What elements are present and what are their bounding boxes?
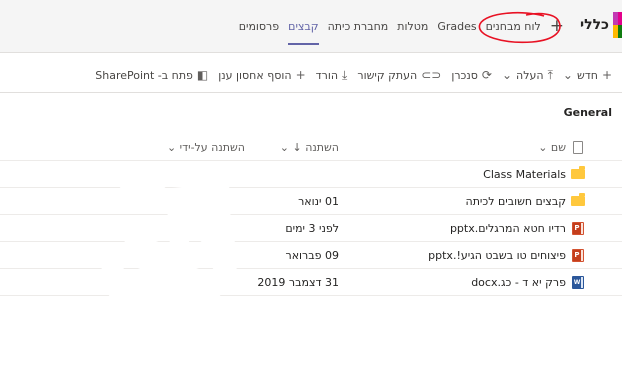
sort-down-arrow-icon: ↓	[292, 141, 302, 154]
sync-button[interactable]: ⟳ סנכרן	[451, 68, 492, 82]
channel-header: כללי פרסומים קבצים מחברת כיתה מטלות Grad…	[0, 0, 622, 53]
modified-date	[239, 161, 339, 187]
download-icon: ⤓	[342, 67, 348, 82]
document-icon	[573, 141, 583, 154]
new-label: חדש	[576, 68, 598, 82]
chevron-down-icon: ⌄	[166, 141, 177, 154]
add-storage-label: הוסף אחסון ענן	[218, 68, 292, 82]
team-logo-icon	[613, 12, 622, 38]
upload-label: העלה	[516, 68, 544, 82]
files-toolbar: + חדש ⌄ ⤒ העלה ⌄ ⟳ סנכרן ⊂⊃ העתק קישור ⤓…	[0, 60, 622, 90]
chevron-down-icon: ⌄	[562, 68, 573, 82]
download-button[interactable]: ⤓ הורד	[316, 68, 348, 83]
tab-files[interactable]: קבצים	[288, 0, 320, 53]
file-name[interactable]: פיצוחים טו בשבט הגיע!.pptx	[366, 242, 566, 268]
plus-icon: +	[295, 68, 306, 82]
upload-icon: ⤒	[547, 67, 553, 82]
name-column-header[interactable]: שם ⌄	[366, 135, 566, 160]
modified-date: 31 דצמבר 2019	[257, 275, 339, 289]
add-cloud-storage-button[interactable]: + הוסף אחסון ענן	[218, 68, 305, 82]
table-row[interactable]: Class Materials	[0, 161, 622, 188]
folder-icon	[571, 193, 585, 206]
link-icon: ⊂⊃	[421, 68, 442, 82]
table-row[interactable]: פרק יא ד - כג.docx 31 דצמבר 2019	[0, 269, 622, 296]
channel-name: כללי	[580, 17, 609, 33]
table-row[interactable]: פיצוחים טו בשבט הגיע!.pptx 09 פברואר	[0, 242, 622, 269]
sync-label: סנכרן	[451, 68, 478, 82]
open-in-sharepoint-button[interactable]: ◧ פתח ב- SharePoint	[95, 68, 208, 82]
chevron-down-icon: ⌄	[501, 68, 513, 82]
tab-assignments[interactable]: מטלות	[397, 0, 428, 53]
modified-by-column-header[interactable]: השתנה על-ידי ⌄	[105, 135, 245, 160]
channel-tabs: פרסומים קבצים מחברת כיתה מטלות Grades לו…	[239, 0, 564, 53]
table-row[interactable]: קבצים חשובים לכיתה 01 ינואר	[0, 188, 622, 215]
chevron-down-icon: ⌄	[279, 141, 289, 154]
folder-icon	[571, 166, 585, 179]
tab-grades[interactable]: Grades	[437, 0, 476, 53]
folder-title: General	[563, 106, 612, 119]
file-name[interactable]: פרק יא ד - כג.docx	[366, 269, 566, 295]
open-sharepoint-label: פתח ב- SharePoint	[95, 68, 193, 82]
tab-posts[interactable]: פרסומים	[239, 0, 279, 53]
tab-class-notebook[interactable]: מחברת כיתה	[328, 0, 389, 53]
file-name[interactable]: Class Materials	[366, 161, 566, 187]
files-table: שם ⌄ השתנה ↓ ⌄ השתנה על-ידי ⌄ Class Mate…	[0, 135, 622, 296]
modified-date: 01 ינואר	[298, 194, 339, 208]
toolbar-divider	[0, 92, 622, 93]
chevron-down-icon: ⌄	[538, 141, 548, 154]
table-header-row: שם ⌄ השתנה ↓ ⌄ השתנה על-ידי ⌄	[0, 135, 622, 161]
modified-date: לפני 3 ימים	[285, 221, 339, 235]
sharepoint-icon: ◧	[196, 68, 209, 82]
powerpoint-file-icon	[572, 221, 584, 235]
copy-link-label: העתק קישור	[357, 68, 418, 82]
add-tab-button[interactable]: +	[550, 0, 564, 53]
powerpoint-file-icon	[572, 248, 584, 262]
plus-icon: +	[601, 68, 612, 82]
upload-button[interactable]: ⤒ העלה ⌄	[502, 68, 553, 83]
download-label: הורד	[315, 68, 339, 82]
word-file-icon	[572, 275, 584, 289]
modified-date: 09 פברואר	[285, 248, 340, 262]
copy-link-button[interactable]: ⊂⊃ העתק קישור	[357, 68, 441, 82]
tab-exam-board[interactable]: לוח מבחנים	[486, 0, 541, 53]
file-name[interactable]: רדיו חטא המרגלים.pptx	[366, 215, 566, 241]
sync-icon: ⟳	[481, 68, 492, 82]
file-type-column-header[interactable]	[568, 135, 588, 160]
table-row[interactable]: רדיו חטא המרגלים.pptx לפני 3 ימים	[0, 215, 622, 242]
new-button[interactable]: + חדש ⌄	[563, 68, 612, 82]
file-name[interactable]: קבצים חשובים לכיתה	[366, 188, 566, 214]
modified-column-header[interactable]: השתנה ↓ ⌄	[239, 135, 339, 160]
